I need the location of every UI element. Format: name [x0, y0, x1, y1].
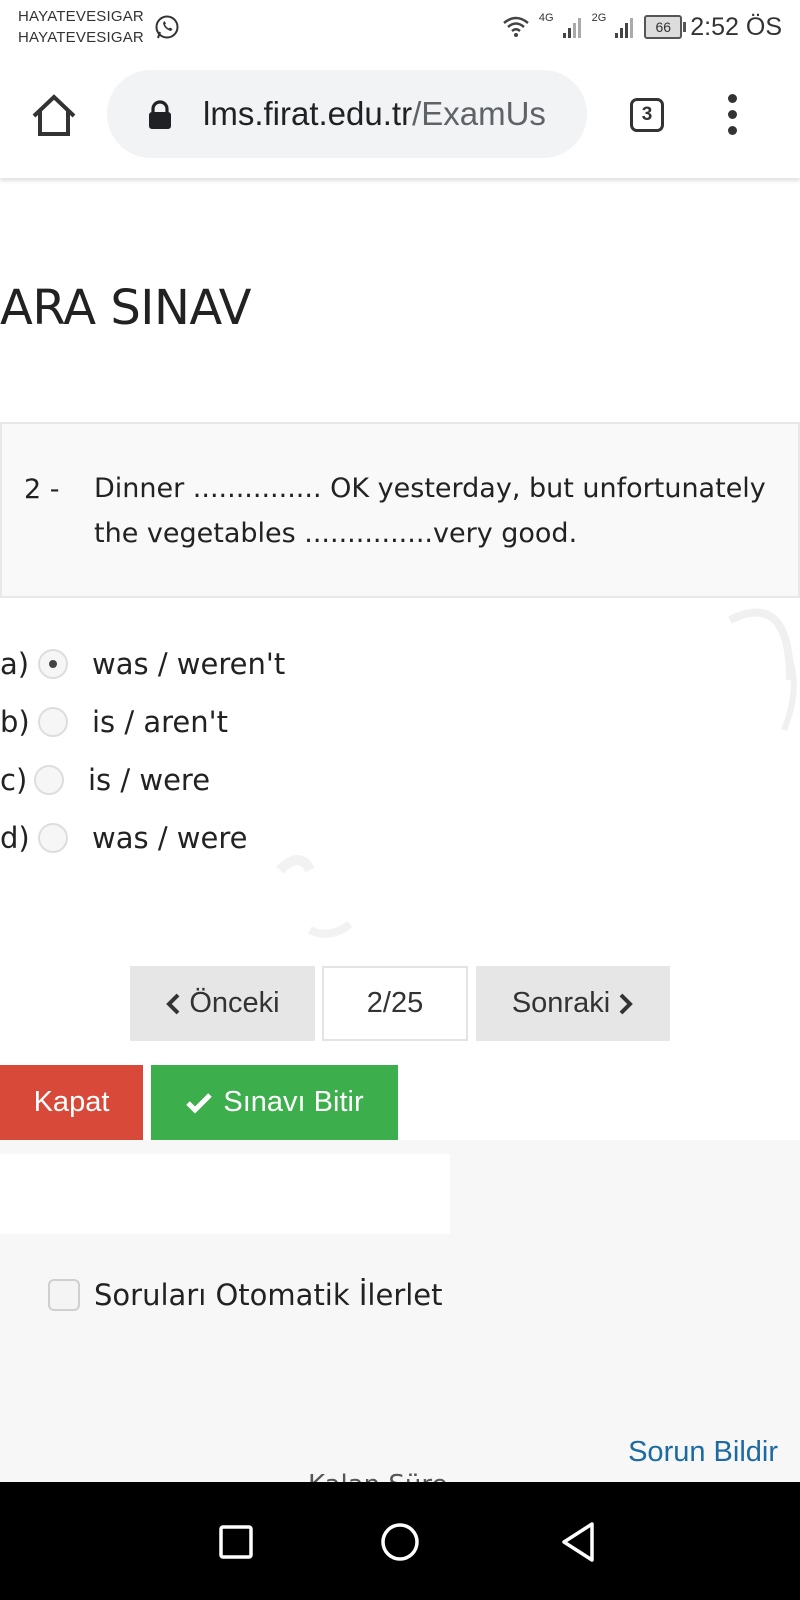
whatsapp-icon: [155, 15, 179, 39]
finish-exam-button[interactable]: Sınavı Bitir: [151, 1065, 398, 1140]
option-a[interactable]: a) was / weren't: [0, 640, 285, 688]
question-text: Dinner ............... OK yesterday, but…: [94, 473, 766, 549]
url-path: /ExamUs: [412, 95, 546, 132]
url-text: lms.firat.edu.tr/ExamUs: [203, 90, 546, 138]
option-b[interactable]: b) is / aren't: [0, 698, 228, 746]
remaining-time-label: Kalan Süre: [308, 1470, 448, 1482]
tab-switcher-button[interactable]: 3: [630, 98, 664, 132]
footer-area: Soruları Otomatik İlerlet Sorun Bildir K…: [0, 1140, 800, 1482]
watermark: [276, 608, 797, 938]
lock-icon: [149, 100, 171, 129]
auto-advance-checkbox[interactable]: [48, 1279, 80, 1311]
radio-button-selected[interactable]: [38, 649, 68, 679]
checkmark-icon: [186, 1092, 213, 1114]
status-bar: HAYATEVESIGAR HAYATEVESIGAR 4G 2G 66 2:5…: [0, 0, 800, 54]
notification-text: HAYATEVESIGAR HAYATEVESIGAR: [18, 6, 144, 48]
status-icons: 4G 2G 66 2:52 ÖS: [501, 10, 782, 44]
option-text: was / weren't: [92, 647, 286, 681]
report-problem-link[interactable]: Sorun Bildir: [628, 1436, 778, 1469]
auto-advance-option[interactable]: Soruları Otomatik İlerlet: [48, 1278, 443, 1312]
page-indicator: 2/25: [322, 966, 468, 1041]
recent-apps-icon[interactable]: [206, 1512, 266, 1572]
next-button[interactable]: Sonraki: [476, 966, 670, 1041]
radio-button[interactable]: [38, 707, 68, 737]
previous-button[interactable]: Önceki: [130, 966, 315, 1041]
home-icon[interactable]: [30, 92, 78, 140]
back-icon[interactable]: [548, 1512, 608, 1572]
navigation-bar: [0, 1482, 800, 1600]
radio-button[interactable]: [38, 823, 68, 853]
option-c[interactable]: c) is / were: [0, 756, 210, 804]
question-box: 2 - Dinner ............... OK yesterday,…: [0, 422, 800, 598]
option-text: is / aren't: [92, 705, 228, 739]
signal-icon: [562, 18, 581, 38]
option-letter: c): [0, 763, 28, 797]
auto-advance-label: Soruları Otomatik İlerlet: [94, 1278, 443, 1312]
wifi-icon: [503, 16, 529, 37]
more-menu-icon[interactable]: [722, 94, 742, 140]
notification-line-1: HAYATEVESIGAR: [18, 8, 144, 25]
chevron-right-icon: [619, 993, 633, 1014]
network-4g-label: 4G: [538, 12, 554, 24]
option-letter: d): [0, 821, 30, 855]
radio-button[interactable]: [34, 765, 64, 795]
url-host: lms.firat.edu.tr: [203, 95, 413, 132]
question-number: 2 -: [24, 474, 60, 505]
network-2g-label: 2G: [591, 12, 607, 24]
clock: 2:52 ÖS: [690, 12, 782, 41]
option-text: is / were: [88, 763, 211, 797]
close-button[interactable]: Kapat: [0, 1065, 143, 1140]
option-d[interactable]: d) was / were: [0, 814, 248, 862]
signal-icon: [615, 18, 634, 38]
address-bar[interactable]: lms.firat.edu.tr/ExamUs: [107, 70, 587, 158]
option-letter: a): [0, 647, 30, 681]
info-panel: [0, 1154, 450, 1234]
chevron-left-icon: [166, 993, 180, 1014]
page-title: ARA SINAV: [0, 280, 251, 336]
option-text: was / were: [92, 821, 248, 855]
home-nav-icon[interactable]: [370, 1512, 430, 1572]
finish-exam-label: Sınavı Bitir: [223, 1086, 364, 1118]
notification-line-2: HAYATEVESIGAR: [18, 29, 144, 46]
next-label: Sonraki: [511, 987, 611, 1019]
option-letter: b): [0, 705, 30, 739]
previous-label: Önceki: [189, 987, 280, 1019]
browser-toolbar: lms.firat.edu.tr/ExamUs 3: [0, 54, 800, 178]
battery-icon: 66: [644, 15, 687, 39]
